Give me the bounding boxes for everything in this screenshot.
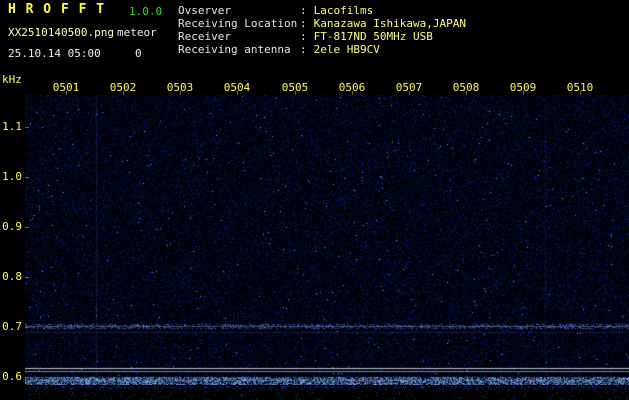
mode-label: meteor (117, 27, 157, 39)
time-tick (409, 91, 410, 95)
freq-tick (25, 227, 29, 228)
info-label: Receiving Location (178, 17, 300, 30)
time-tick (523, 91, 524, 95)
freq-tick (25, 327, 29, 328)
info-label: Receiver (178, 30, 300, 43)
freq-label: 0.6 (0, 371, 22, 383)
freq-label: 1.0 (0, 171, 22, 183)
freq-tick (25, 177, 29, 178)
info-separator: : (300, 17, 307, 30)
info-separator: : (300, 4, 307, 17)
level-strip-canvas (25, 386, 629, 400)
info-row-location: Receiving Location:Kanazawa Ishikawa,JAP… (178, 17, 466, 30)
info-value: 2ele HB9CV (307, 43, 380, 56)
info-value: Kanazawa Ishikawa,JAPAN (307, 17, 466, 30)
freq-tick (25, 127, 29, 128)
info-value: Lacofilms (307, 4, 374, 17)
freq-tick (25, 377, 29, 378)
info-separator: : (300, 30, 307, 43)
freq-label: 0.7 (0, 321, 22, 333)
time-tick (466, 91, 467, 95)
app-title: H R O F F T (8, 4, 105, 16)
time-tick (295, 91, 296, 95)
time-tick (352, 91, 353, 95)
output-filename: XX2510140500.png (8, 27, 114, 39)
freq-axis-unit: kHz (2, 74, 22, 86)
app-version: 1.0.0 (129, 6, 162, 18)
station-info: Ovserver:Lacofilms Receiving Location:Ka… (178, 4, 466, 56)
freq-tick (25, 277, 29, 278)
time-tick (123, 91, 124, 95)
spectrogram-canvas (25, 95, 629, 385)
info-row-antenna: Receiving antenna:2ele HB9CV (178, 43, 466, 56)
time-tick (237, 91, 238, 95)
observation-datetime: 25.10.14 05:00 (8, 48, 101, 60)
info-row-observer: Ovserver:Lacofilms (178, 4, 466, 17)
info-label: Ovserver (178, 4, 300, 17)
info-row-receiver: Receiver:FT-817ND 50MHz USB (178, 30, 466, 43)
echo-count: 0 (135, 48, 142, 60)
time-tick (66, 91, 67, 95)
hrofft-window: H R O F F T 1.0.0 XX2510140500.png meteo… (0, 0, 629, 400)
info-value: FT-817ND 50MHz USB (307, 30, 433, 43)
freq-label: 0.9 (0, 221, 22, 233)
time-tick (580, 91, 581, 95)
info-label: Receiving antenna (178, 43, 300, 56)
freq-label: 1.1 (0, 121, 22, 133)
freq-label: 0.8 (0, 271, 22, 283)
info-separator: : (300, 43, 307, 56)
time-tick (180, 91, 181, 95)
